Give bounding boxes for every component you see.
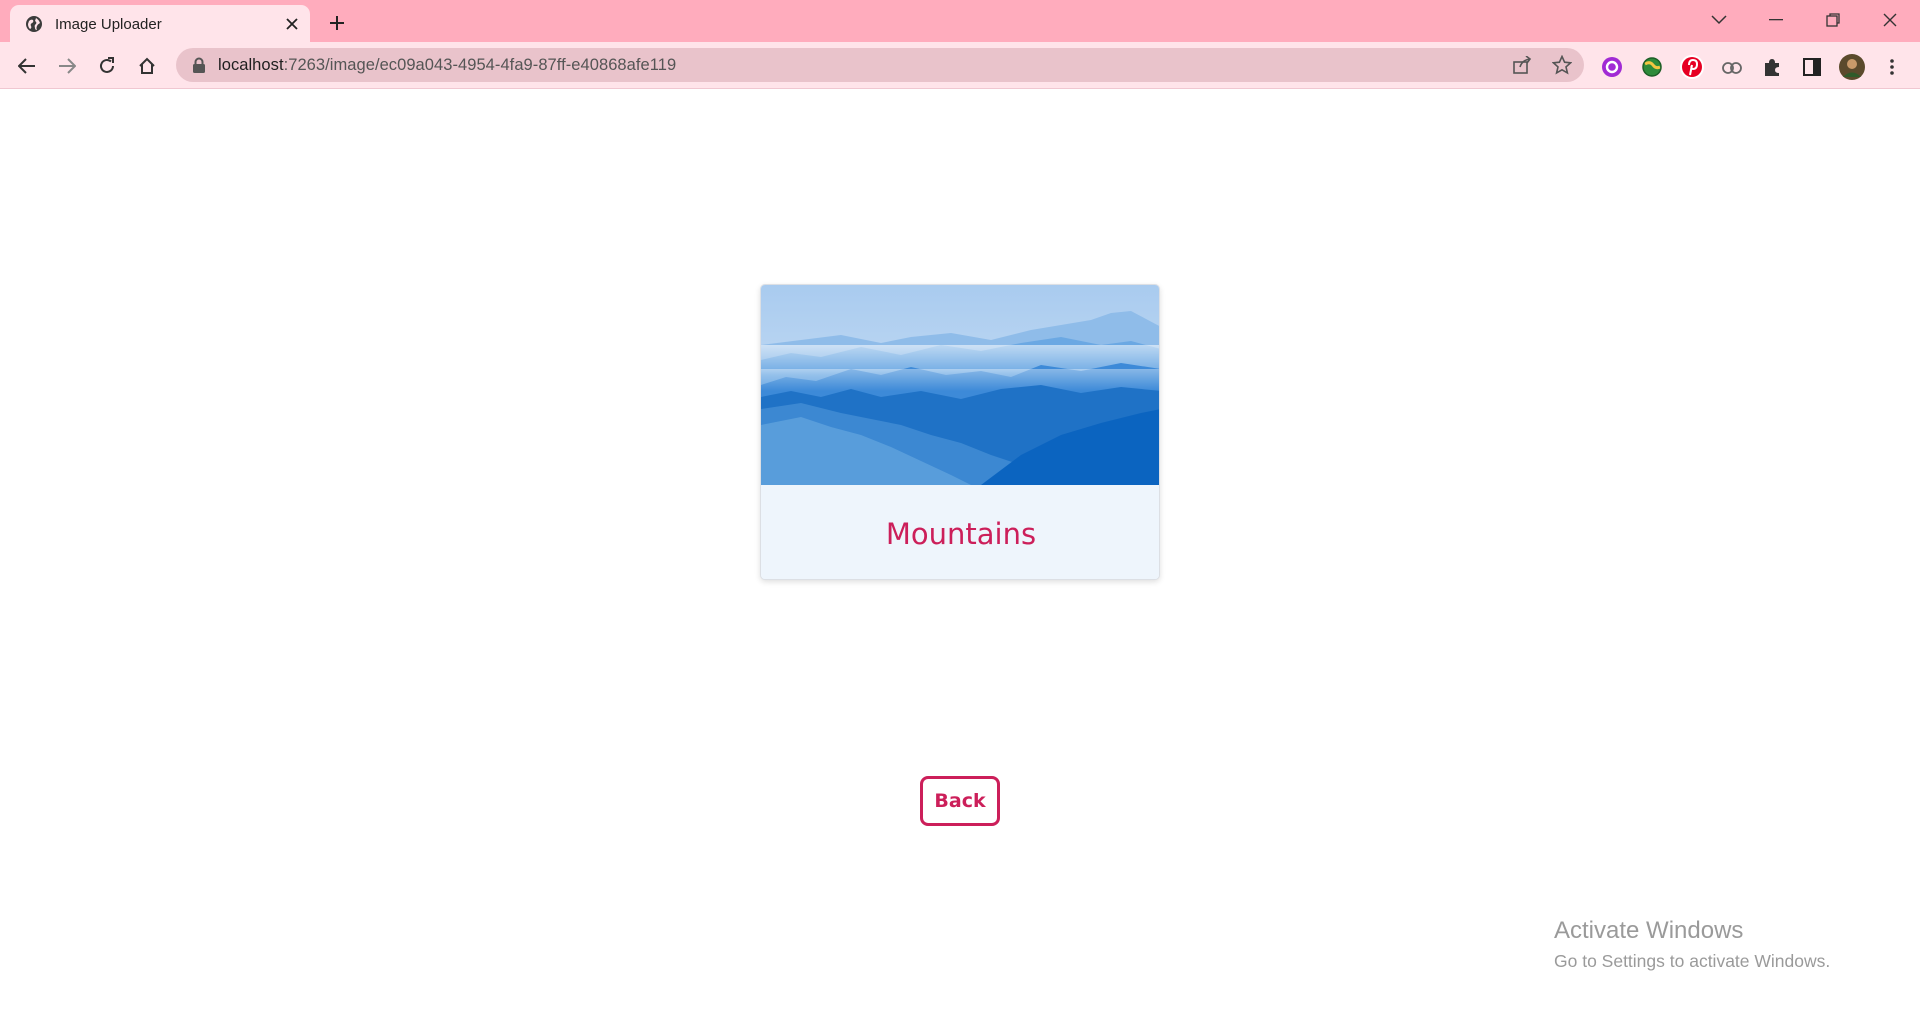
bookmark-star-icon[interactable]: [1550, 54, 1574, 76]
extension-purple-icon[interactable]: [1598, 53, 1626, 81]
restore-icon[interactable]: [1813, 6, 1853, 34]
back-button[interactable]: Back: [920, 776, 1000, 826]
tab-strip: Image Uploader: [0, 0, 1920, 42]
globe-icon: [25, 15, 43, 33]
url-text[interactable]: localhost:7263/image/ec09a043-4954-4fa9-…: [218, 56, 676, 75]
forward-arrow-icon[interactable]: [51, 50, 83, 82]
mountains-image: [761, 285, 1159, 485]
image-card: Mountains: [760, 284, 1160, 580]
kebab-menu-icon[interactable]: [1878, 53, 1906, 81]
puzzle-extensions-icon[interactable]: [1758, 53, 1786, 81]
extension-globe-icon[interactable]: [1638, 53, 1666, 81]
browser-toolbar: localhost:7263/image/ec09a043-4954-4fa9-…: [0, 42, 1920, 89]
card-title: Mountains: [885, 517, 1037, 551]
activate-windows-subtitle: Go to Settings to activate Windows.: [1554, 951, 1831, 971]
extension-link-icon[interactable]: [1718, 53, 1746, 81]
pinterest-icon[interactable]: [1678, 53, 1706, 81]
tab-search-chevron-icon[interactable]: [1699, 6, 1739, 34]
side-panel-icon[interactable]: [1798, 53, 1826, 81]
tab-title: Image Uploader: [55, 16, 162, 33]
reload-icon[interactable]: [91, 50, 123, 82]
share-icon[interactable]: [1510, 54, 1534, 76]
close-window-icon[interactable]: [1870, 6, 1910, 34]
lock-icon[interactable]: [192, 57, 206, 73]
new-tab-icon[interactable]: [324, 10, 350, 36]
card-body: Mountains: [761, 485, 1159, 579]
address-bar[interactable]: localhost:7263/image/ec09a043-4954-4fa9-…: [176, 48, 1584, 82]
url-path: :7263/image/ec09a043-4954-4fa9-87ff-e408…: [283, 56, 677, 74]
close-tab-icon[interactable]: [282, 14, 302, 34]
activate-windows-title: Activate Windows: [1554, 917, 1744, 944]
avatar[interactable]: [1838, 53, 1866, 81]
browser-tab[interactable]: Image Uploader: [10, 5, 310, 42]
back-arrow-icon[interactable]: [11, 50, 43, 82]
url-host: localhost: [218, 56, 284, 74]
home-icon[interactable]: [131, 50, 163, 82]
minimize-icon[interactable]: [1756, 6, 1796, 34]
